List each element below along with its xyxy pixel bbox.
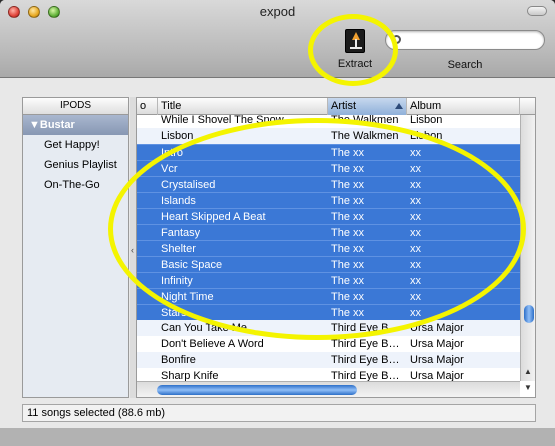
table-row[interactable]: Basic Space The xx xx bbox=[137, 256, 520, 272]
cell-artist: The xx bbox=[331, 211, 365, 223]
toolbar-toggle-button[interactable] bbox=[527, 6, 547, 16]
splitter-grip-icon: ‹ bbox=[131, 245, 134, 255]
table-row[interactable]: Crystalised The xx xx bbox=[137, 176, 520, 192]
table-row[interactable]: Bonfire Third Eye B… Ursa Major bbox=[137, 352, 520, 368]
table-header: o Title Artist Album bbox=[137, 98, 535, 115]
cell-album: xx bbox=[410, 259, 421, 271]
cell-title: Crystalised bbox=[161, 179, 216, 191]
cell-artist: The xx bbox=[331, 291, 365, 303]
table-row[interactable]: Stars The xx xx bbox=[137, 304, 520, 320]
cell-artist: The xx bbox=[331, 243, 365, 255]
cell-title: Lisbon bbox=[161, 130, 194, 142]
cell-album: xx bbox=[410, 211, 421, 223]
sidebar-group-bustar[interactable]: ▼Bustar bbox=[23, 115, 128, 135]
cell-artist: The xx bbox=[331, 195, 365, 207]
cell-album: xx bbox=[410, 147, 421, 159]
column-header-number[interactable]: o bbox=[137, 98, 158, 115]
column-header-artist[interactable]: Artist bbox=[328, 98, 407, 115]
cell-artist: The xx bbox=[331, 259, 365, 271]
cell-album: xx bbox=[410, 195, 421, 207]
horizontal-scroll-thumb[interactable] bbox=[157, 385, 357, 395]
cell-album: Lisbon bbox=[410, 130, 443, 142]
table-row[interactable]: Fantasy The xx xx bbox=[137, 224, 520, 240]
column-header-title[interactable]: Title bbox=[158, 98, 328, 115]
search-input[interactable] bbox=[406, 33, 536, 48]
table-row[interactable]: Can You Take Me Third Eye B… Ursa Major bbox=[137, 320, 520, 336]
table-row[interactable]: Night Time The xx xx bbox=[137, 288, 520, 304]
cell-title: Fantasy bbox=[161, 227, 201, 239]
cell-title: Islands bbox=[161, 195, 196, 207]
status-bar: 11 songs selected (88.6 mb) bbox=[22, 404, 536, 422]
scroll-up-arrow-icon[interactable]: ▲ bbox=[524, 367, 532, 376]
table-row[interactable]: Lisbon The Walkmen Lisbon bbox=[137, 128, 520, 144]
search-field[interactable] bbox=[385, 30, 545, 50]
sidebar-group-label: Bustar bbox=[39, 119, 75, 131]
sidebar-header: IPODS bbox=[23, 98, 128, 115]
column-header-artist-label: Artist bbox=[331, 100, 357, 112]
cell-artist: The xx bbox=[331, 275, 365, 287]
cell-artist: The xx bbox=[331, 147, 365, 159]
table-row[interactable]: Intro The xx xx bbox=[137, 144, 520, 160]
cell-album: xx bbox=[410, 275, 421, 287]
cell-title: Stars bbox=[161, 307, 187, 319]
table-row[interactable]: Shelter The xx xx bbox=[137, 240, 520, 256]
window-bottom-edge bbox=[0, 428, 555, 446]
cell-title: Intro bbox=[161, 147, 184, 159]
cell-album: Ursa Major bbox=[410, 338, 464, 350]
cell-artist: The xx bbox=[331, 163, 365, 175]
cell-artist: The Walkmen bbox=[331, 130, 399, 142]
cell-title: Basic Space bbox=[161, 259, 223, 271]
cell-title: Can You Take Me bbox=[161, 322, 248, 334]
cell-title: Infinity bbox=[161, 275, 193, 287]
table-row[interactable]: Islands The xx xx bbox=[137, 192, 520, 208]
sidebar-item-get-happy[interactable]: Get Happy! bbox=[23, 135, 128, 155]
cell-album: xx bbox=[410, 243, 421, 255]
search-box bbox=[385, 30, 545, 52]
cell-title: Night Time bbox=[161, 291, 214, 303]
cell-title: Vcr bbox=[161, 163, 178, 175]
cell-album: xx bbox=[410, 163, 421, 175]
cell-album: xx bbox=[410, 227, 421, 239]
sidebar-item-on-the-go[interactable]: On-The-Go bbox=[23, 175, 128, 195]
sort-ascending-icon bbox=[395, 103, 403, 109]
sidebar-item-genius-playlist[interactable]: Genius Playlist bbox=[23, 155, 128, 175]
vertical-scrollbar[interactable]: ▲ ▼ bbox=[520, 115, 535, 392]
cell-artist: Third Eye B… bbox=[331, 354, 400, 366]
table-row[interactable]: Heart Skipped A Beat The xx xx bbox=[137, 208, 520, 224]
song-rows: While I Shovel The Snow The Walkmen Lisbon… bbox=[137, 112, 520, 384]
cell-artist: The xx bbox=[331, 227, 365, 239]
search-icon bbox=[392, 35, 401, 44]
cell-album: xx bbox=[410, 291, 421, 303]
table-row[interactable]: Infinity The xx xx bbox=[137, 272, 520, 288]
app-window: expod Extract Search IPODS ▼Bustar Get H… bbox=[0, 0, 555, 446]
cell-album: Ursa Major bbox=[410, 354, 464, 366]
horizontal-scrollbar[interactable] bbox=[137, 381, 520, 397]
cell-album: xx bbox=[410, 307, 421, 319]
search-label: Search bbox=[447, 59, 483, 71]
extract-icon bbox=[345, 29, 365, 53]
sidebar: IPODS ▼Bustar Get Happy! Genius Playlist… bbox=[22, 97, 129, 398]
cell-artist: The xx bbox=[331, 179, 365, 191]
cell-artist: Third Eye B… bbox=[331, 322, 400, 334]
table-row[interactable]: Vcr The xx xx bbox=[137, 160, 520, 176]
disclosure-triangle-icon[interactable]: ▼ bbox=[29, 119, 40, 131]
cell-artist: Third Eye B… bbox=[331, 338, 400, 350]
cell-album: xx bbox=[410, 179, 421, 191]
cell-title: Shelter bbox=[161, 243, 196, 255]
extract-label: Extract bbox=[337, 58, 373, 70]
scroll-down-arrow-icon[interactable]: ▼ bbox=[524, 383, 532, 392]
toolbar: expod Extract Search bbox=[0, 0, 555, 78]
extract-button[interactable]: Extract bbox=[330, 26, 380, 74]
song-table: While I Shovel The Snow The Walkmen Lisbon… bbox=[136, 97, 536, 398]
vertical-scroll-thumb[interactable] bbox=[524, 305, 534, 323]
table-row[interactable]: Don't Believe A Word Third Eye B… Ursa Maj… bbox=[137, 336, 520, 352]
cell-title: Heart Skipped A Beat bbox=[161, 211, 266, 223]
cell-title: Bonfire bbox=[161, 354, 196, 366]
window-title: expod bbox=[259, 4, 296, 19]
cell-title: Don't Believe A Word bbox=[161, 338, 264, 350]
column-header-album[interactable]: Album bbox=[407, 98, 520, 115]
cell-album: Ursa Major bbox=[410, 322, 464, 334]
cell-artist: The xx bbox=[331, 307, 365, 319]
